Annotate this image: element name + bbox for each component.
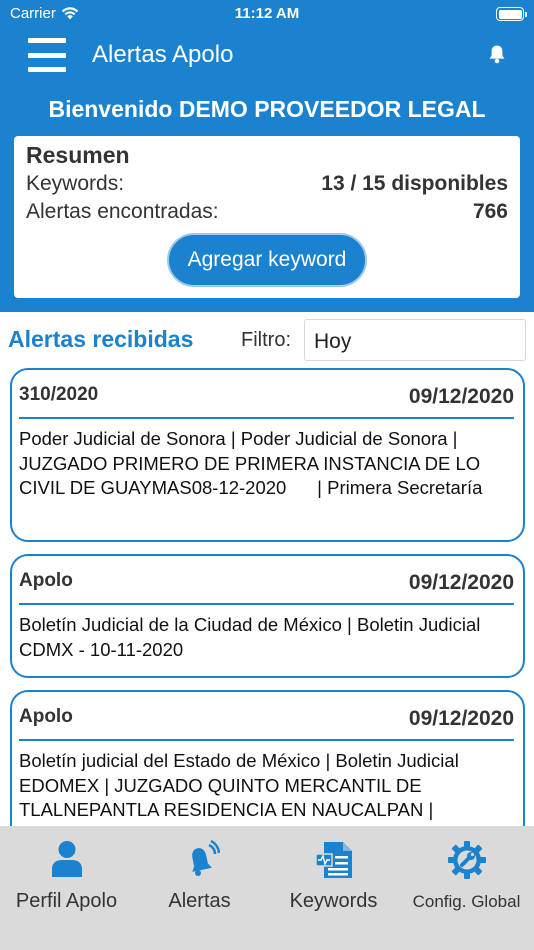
tab-bar: Perfil Apolo Alertas Keywords Config. Gl… <box>0 826 534 950</box>
tab-config-global[interactable]: Config. Global <box>400 826 533 950</box>
keywords-value: 13 / 15 disponibles <box>321 172 508 195</box>
person-icon <box>51 841 82 877</box>
tab-label: Alertas <box>168 890 231 912</box>
bell-ringing-icon <box>191 840 220 876</box>
add-keyword-button[interactable]: Agregar keyword <box>167 233 367 287</box>
alert-divider <box>19 739 514 741</box>
tab-alertas[interactable]: Alertas <box>133 826 266 950</box>
tab-label: Keywords <box>289 890 378 912</box>
alerts-found-label: Alertas encontradas: <box>26 200 219 223</box>
alert-description: Poder Judicial de Sonora | Poder Judicia… <box>19 428 486 498</box>
alert-date: 09/12/2020 <box>408 385 514 408</box>
alert-card[interactable]: Apolo 09/12/2020 Boletín Judicial de la … <box>10 554 525 678</box>
alert-source: Apolo <box>19 570 73 591</box>
bell-icon[interactable] <box>488 44 506 64</box>
summary-heading: Resumen <box>26 142 130 168</box>
filter-select[interactable]: Hoy <box>304 319 526 361</box>
alert-card[interactable]: Apolo 09/12/2020 Boletín judicial del Es… <box>10 690 525 826</box>
welcome-section: Bienvenido DEMO PROVEEDOR LEGAL Resumen … <box>0 80 534 312</box>
alert-source: 310/2020 <box>19 384 99 405</box>
gear-wrench-icon <box>447 841 486 879</box>
app-title: Alertas Apolo <box>92 41 234 68</box>
filter-label: Filtro: <box>241 329 291 351</box>
tab-keywords[interactable]: Keywords <box>267 826 400 950</box>
alert-date: 09/12/2020 <box>408 707 514 730</box>
alerts-found-value: 766 <box>472 200 508 223</box>
alerts-list[interactable]: 310/2020 09/12/2020 Poder Judicial de So… <box>0 368 534 826</box>
summary-card: Resumen Keywords: 13 / 15 disponibles Al… <box>14 136 520 298</box>
alerts-received-heading: Alertas recibidas <box>8 326 194 352</box>
status-time: 11:12 AM <box>234 5 300 22</box>
welcome-title: Bienvenido DEMO PROVEEDOR LEGAL <box>48 96 486 122</box>
battery-icon <box>496 7 527 21</box>
alert-source: Apolo <box>19 706 73 727</box>
status-bar: Carrier 11:12 AM <box>0 0 534 30</box>
alert-card[interactable]: 310/2020 09/12/2020 Poder Judicial de So… <box>10 368 525 542</box>
tab-perfil-apolo[interactable]: Perfil Apolo <box>0 826 133 950</box>
navigation-bar: Alertas Apolo <box>0 30 534 80</box>
document-icon <box>314 842 352 878</box>
alert-description: Boletín Judicial de la Ciudad de México … <box>19 614 486 660</box>
alert-date: 09/12/2020 <box>408 571 514 594</box>
tab-label: Perfil Apolo <box>15 890 118 912</box>
tab-label: Config. Global <box>412 892 521 911</box>
hamburger-menu-icon[interactable] <box>28 38 66 72</box>
alert-divider <box>19 417 514 419</box>
alert-description: Boletín judicial del Estado de México | … <box>19 750 464 820</box>
alert-divider <box>19 603 514 605</box>
keywords-label: Keywords: <box>26 172 125 195</box>
